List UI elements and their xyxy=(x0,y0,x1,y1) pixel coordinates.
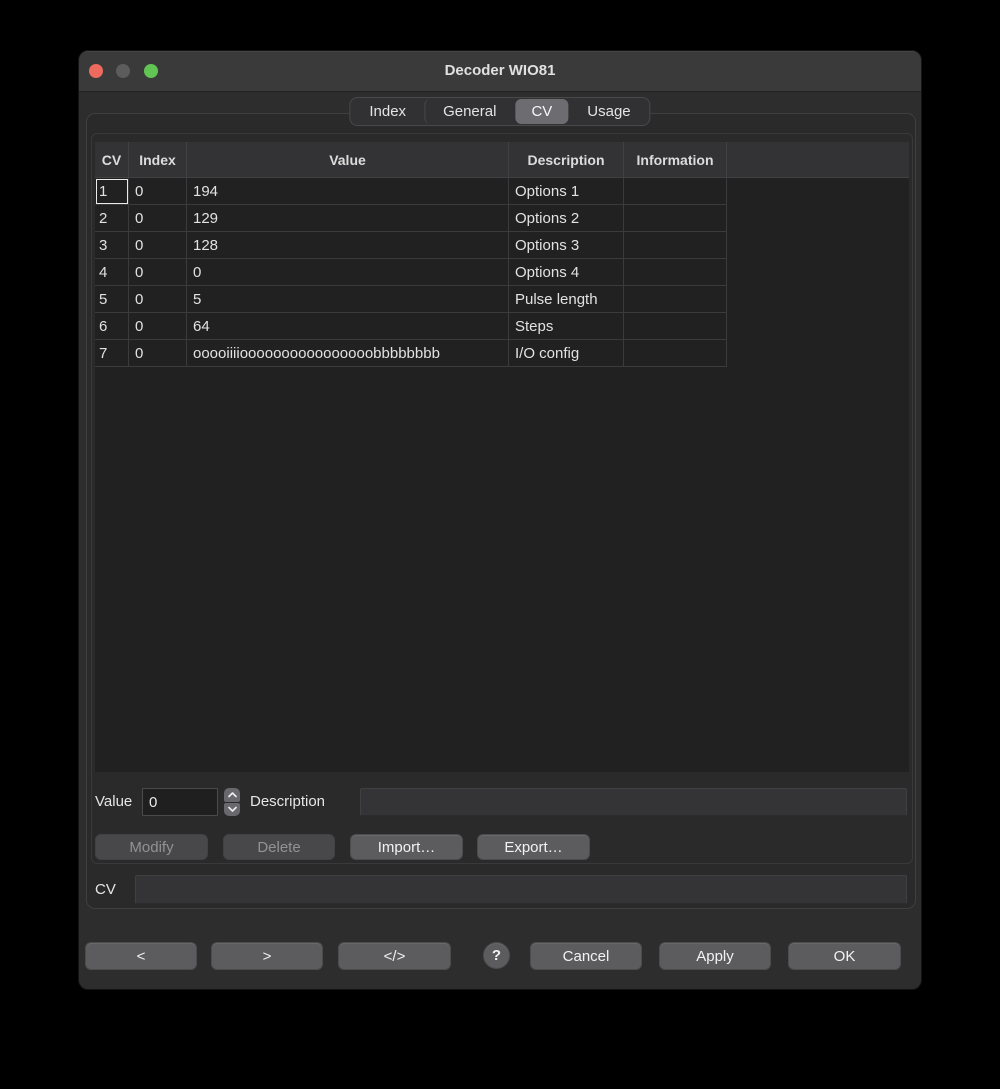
table-cell[interactable]: 0 xyxy=(129,178,187,205)
window-title: Decoder WIO81 xyxy=(79,51,921,91)
column-header-filler xyxy=(727,142,909,177)
prev-button[interactable]: < xyxy=(85,942,197,970)
table-cell[interactable]: 128 xyxy=(187,232,509,259)
table-cell[interactable] xyxy=(624,313,727,340)
table-row[interactable]: 6064Steps xyxy=(95,313,909,340)
table-cell[interactable]: I/O config xyxy=(509,340,624,367)
table-cell[interactable]: Options 2 xyxy=(509,205,624,232)
code-button[interactable]: </> xyxy=(338,942,451,970)
table-cell[interactable]: 64 xyxy=(187,313,509,340)
table-cell[interactable] xyxy=(624,259,727,286)
column-header-index[interactable]: Index xyxy=(129,142,187,177)
tab-cv[interactable]: CV xyxy=(515,99,568,124)
tab-index[interactable]: Index xyxy=(351,99,424,124)
table-cell[interactable]: 2 xyxy=(95,205,129,232)
table-cell[interactable]: 129 xyxy=(187,205,509,232)
table-cell[interactable] xyxy=(624,286,727,313)
table-row[interactable]: 30128Options 3 xyxy=(95,232,909,259)
column-header-value[interactable]: Value xyxy=(187,142,509,177)
help-button[interactable]: ? xyxy=(483,942,510,969)
column-header-information[interactable]: Information xyxy=(624,142,727,177)
titlebar[interactable]: Decoder WIO81 xyxy=(79,51,921,92)
chevron-up-icon xyxy=(228,792,237,798)
cv-table[interactable]: CVIndexValueDescriptionInformation 10194… xyxy=(95,142,909,772)
apply-button[interactable]: Apply xyxy=(659,942,771,970)
table-row[interactable]: 400Options 4 xyxy=(95,259,909,286)
delete-button: Delete xyxy=(223,834,335,860)
table-cell[interactable]: 0 xyxy=(187,259,509,286)
stepper-up-button[interactable] xyxy=(224,788,240,802)
table-cell[interactable]: Steps xyxy=(509,313,624,340)
cv-input[interactable] xyxy=(135,875,907,904)
desktop: Decoder WIO81 IndexGeneralCVUsage CVInde… xyxy=(0,0,1000,1089)
stepper-down-button[interactable] xyxy=(224,803,240,817)
table-row[interactable]: 505Pulse length xyxy=(95,286,909,313)
ok-button[interactable]: OK xyxy=(788,942,901,970)
column-header-cv[interactable]: CV xyxy=(95,142,129,177)
table-cell[interactable]: 0 xyxy=(129,259,187,286)
table-cell[interactable] xyxy=(624,205,727,232)
table-cell[interactable]: 3 xyxy=(95,232,129,259)
table-cell[interactable] xyxy=(624,232,727,259)
cv-label: CV xyxy=(95,876,116,904)
table-cell[interactable]: Options 4 xyxy=(509,259,624,286)
decoder-window: Decoder WIO81 IndexGeneralCVUsage CVInde… xyxy=(78,50,922,990)
tab-usage[interactable]: Usage xyxy=(569,99,648,124)
table-cell[interactable]: Options 3 xyxy=(509,232,624,259)
table-cell[interactable]: 6 xyxy=(95,313,129,340)
export-button[interactable]: Export… xyxy=(477,834,590,860)
table-header: CVIndexValueDescriptionInformation xyxy=(95,142,909,178)
next-button[interactable]: > xyxy=(211,942,323,970)
table-cell[interactable] xyxy=(624,340,727,367)
table-cell[interactable]: Options 1 xyxy=(509,178,624,205)
table-cell[interactable]: 4 xyxy=(95,259,129,286)
table-cell[interactable]: 0 xyxy=(129,286,187,313)
value-stepper xyxy=(224,788,240,816)
table-cell[interactable]: 7 xyxy=(95,340,129,367)
table-cell[interactable]: 0 xyxy=(129,313,187,340)
table-cell[interactable]: 194 xyxy=(187,178,509,205)
chevron-down-icon xyxy=(228,806,237,812)
table-cell[interactable] xyxy=(624,178,727,205)
table-cell[interactable]: 0 xyxy=(129,205,187,232)
table-body: 10194Options 120129Options 230128Options… xyxy=(95,178,909,367)
description-input[interactable] xyxy=(360,788,907,816)
cancel-button[interactable]: Cancel xyxy=(530,942,642,970)
table-cell[interactable]: 1 xyxy=(95,178,129,205)
table-row[interactable]: 10194Options 1 xyxy=(95,178,909,205)
table-cell[interactable]: Pulse length xyxy=(509,286,624,313)
modify-button: Modify xyxy=(95,834,208,860)
table-cell[interactable]: 5 xyxy=(95,286,129,313)
table-cell[interactable]: 5 xyxy=(187,286,509,313)
table-cell[interactable]: ooooiiiioooooooooooooooobbbbbbbb xyxy=(187,340,509,367)
table-cell[interactable]: 0 xyxy=(129,340,187,367)
tab-bar: IndexGeneralCVUsage xyxy=(349,97,650,126)
table-cell[interactable]: 0 xyxy=(129,232,187,259)
import-button[interactable]: Import… xyxy=(350,834,463,860)
cv-tab-panel: CVIndexValueDescriptionInformation 10194… xyxy=(86,113,916,909)
column-header-description[interactable]: Description xyxy=(509,142,624,177)
table-row[interactable]: 70ooooiiiioooooooooooooooobbbbbbbbI/O co… xyxy=(95,340,909,367)
description-label: Description xyxy=(250,788,325,816)
tab-general[interactable]: General xyxy=(424,99,514,124)
table-row[interactable]: 20129Options 2 xyxy=(95,205,909,232)
value-input[interactable] xyxy=(142,788,218,816)
value-label: Value xyxy=(95,788,132,816)
